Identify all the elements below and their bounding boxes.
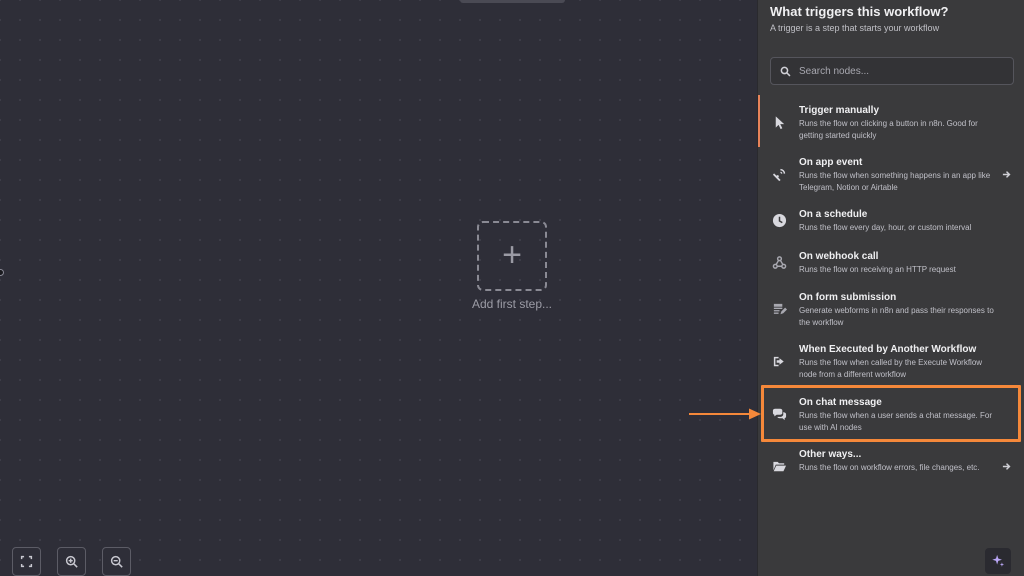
trigger-item-form[interactable]: On form submission Generate webforms in … xyxy=(758,291,1024,329)
fit-view-icon xyxy=(20,555,33,568)
trigger-item-desc: Runs the flow on clicking a button in n8… xyxy=(799,119,978,140)
trigger-item-desc: Runs the flow on receiving an HTTP reque… xyxy=(799,265,956,274)
satellite-icon xyxy=(770,165,788,183)
cursor-icon xyxy=(770,113,788,131)
trigger-item-desc: Runs the flow on workflow errors, file c… xyxy=(799,463,980,472)
trigger-item-name: On app event xyxy=(799,157,863,168)
clock-icon xyxy=(770,211,788,229)
trigger-item-name: Other ways... xyxy=(799,449,862,460)
trigger-item-desc: Runs the flow when something happens in … xyxy=(799,171,991,192)
trigger-item-name: Trigger manually xyxy=(799,105,880,116)
edge-connector-dot xyxy=(0,269,4,276)
trigger-item-app-event[interactable]: On app event Runs the flow when somethin… xyxy=(758,156,1024,194)
plus-icon: + xyxy=(502,235,522,274)
ai-assistant-button[interactable] xyxy=(985,548,1011,574)
trigger-item-chat-message[interactable]: On chat message Runs the flow when a use… xyxy=(758,396,1024,434)
trigger-item-name: On webhook call xyxy=(799,251,879,262)
search-input[interactable] xyxy=(799,65,999,77)
trigger-item-name: On form submission xyxy=(799,292,897,303)
form-icon xyxy=(770,300,788,318)
folder-open-icon xyxy=(770,457,788,475)
trigger-panel: What triggers this workflow? A trigger i… xyxy=(757,0,1024,576)
workflow-canvas[interactable]: + Add first step... xyxy=(0,0,757,576)
search-icon xyxy=(780,66,791,77)
trigger-item-schedule[interactable]: On a schedule Runs the flow every day, h… xyxy=(758,208,1024,234)
annotation-arrow-icon xyxy=(689,408,761,420)
chat-icon xyxy=(770,405,788,423)
trigger-item-other-ways[interactable]: Other ways... Runs the flow on workflow … xyxy=(758,448,1024,474)
trigger-item-executed-by-workflow[interactable]: When Executed by Another Workflow Runs t… xyxy=(758,343,1024,381)
fit-view-button[interactable] xyxy=(12,547,41,576)
sign-in-icon xyxy=(770,352,788,370)
zoom-controls xyxy=(12,547,139,576)
arrow-right-icon xyxy=(1001,169,1011,179)
trigger-item-desc: Runs the flow every day, hour, or custom… xyxy=(799,223,972,232)
zoom-in-icon xyxy=(65,555,78,568)
zoom-out-icon xyxy=(110,555,123,568)
zoom-in-button[interactable] xyxy=(57,547,86,576)
top-handle[interactable] xyxy=(460,0,565,3)
webhook-icon xyxy=(770,253,788,271)
search-box[interactable] xyxy=(770,57,1014,85)
trigger-item-manual[interactable]: Trigger manually Runs the flow on clicki… xyxy=(758,95,1024,147)
trigger-item-desc: Runs the flow when called by the Execute… xyxy=(799,358,983,379)
add-first-step-button[interactable]: + xyxy=(477,221,547,291)
trigger-item-name: On a schedule xyxy=(799,209,868,220)
trigger-item-name: On chat message xyxy=(799,397,882,408)
panel-subtitle: A trigger is a step that starts your wor… xyxy=(770,23,940,33)
trigger-item-webhook[interactable]: On webhook call Runs the flow on receivi… xyxy=(758,250,1024,276)
arrow-right-icon xyxy=(1001,461,1011,471)
panel-title: What triggers this workflow? xyxy=(770,4,949,19)
zoom-out-button[interactable] xyxy=(102,547,131,576)
sparkle-icon xyxy=(992,554,1005,567)
trigger-item-name: When Executed by Another Workflow xyxy=(799,344,977,355)
add-first-step-label: Add first step... xyxy=(471,297,553,311)
trigger-item-desc: Generate webforms in n8n and pass their … xyxy=(799,306,994,327)
trigger-item-desc: Runs the flow when a user sends a chat m… xyxy=(799,411,992,432)
